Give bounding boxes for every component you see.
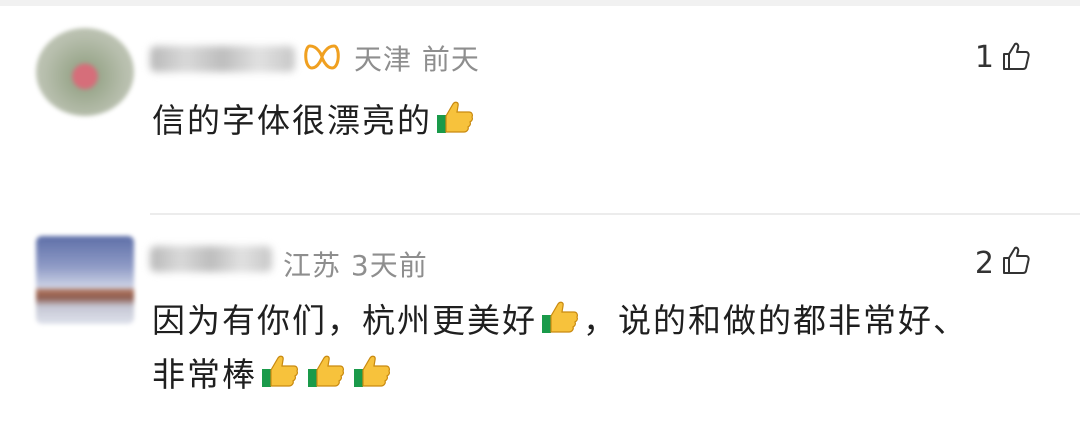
avatar[interactable] <box>36 28 134 116</box>
comment-time: 前天 <box>421 43 480 76</box>
thumbs-up-outline-icon[interactable] <box>1000 244 1032 276</box>
thumbs-up-emoji <box>308 355 344 387</box>
comment-location: 天津 <box>354 43 413 76</box>
avatar[interactable] <box>36 236 134 324</box>
comment-meta: 天津 前天 <box>354 38 480 78</box>
like-count: 1 <box>974 40 994 75</box>
thumbs-up-emoji <box>354 355 390 387</box>
comment-item: 天津 前天 1 信的字体很漂亮的 <box>0 28 1080 215</box>
username-blurred[interactable] <box>150 46 295 72</box>
thumbs-up-outline-icon[interactable] <box>1000 40 1032 72</box>
comment-time: 3天前 <box>350 249 428 282</box>
thumbs-up-emoji <box>262 355 298 387</box>
comment-text: 信的字体很漂亮的 <box>152 94 478 148</box>
comment-location: 江苏 <box>283 249 342 282</box>
comment-text: 因为有你们，杭州更美好 ，说的和做的都非常好、 非常棒 <box>152 294 1052 402</box>
comment-item: 江苏 3天前 2 因为有你们，杭州更美好 ，说的和做的都非常好、 非常棒 <box>0 232 1080 437</box>
username-blurred[interactable] <box>150 246 272 272</box>
comment-divider <box>150 213 1080 215</box>
like-count: 2 <box>974 246 994 281</box>
vip-badge-icon <box>304 44 340 70</box>
thumbs-up-emoji <box>437 101 473 133</box>
thumbs-up-emoji <box>542 301 578 333</box>
comment-meta: 江苏 3天前 <box>283 244 428 284</box>
top-divider <box>0 0 1080 6</box>
